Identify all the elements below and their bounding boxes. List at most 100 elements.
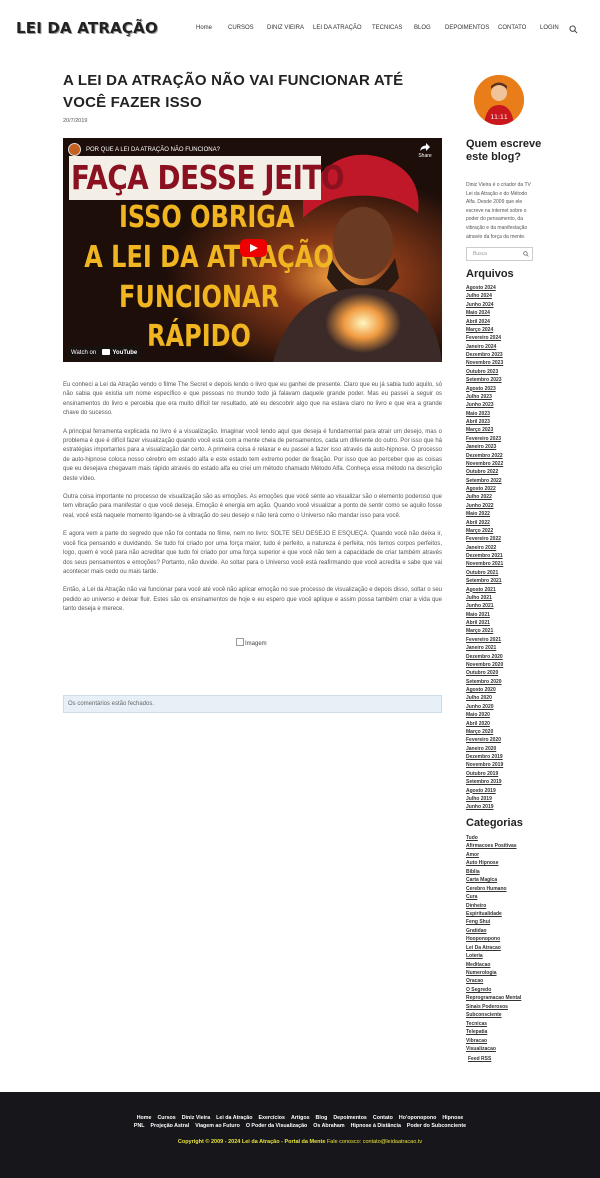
- category-link[interactable]: Visualizacao: [466, 1045, 521, 1053]
- category-link[interactable]: Cura: [466, 893, 521, 901]
- archive-link[interactable]: Maio 2021: [466, 611, 503, 619]
- category-link[interactable]: Hooponopono: [466, 935, 521, 943]
- archive-link[interactable]: Agosto 2023: [466, 385, 503, 393]
- category-link[interactable]: Amor: [466, 851, 521, 859]
- archive-link[interactable]: Agosto 2019: [466, 787, 503, 795]
- archive-link[interactable]: Novembro 2023: [466, 359, 503, 367]
- archive-link[interactable]: Maio 2020: [466, 711, 503, 719]
- archive-link[interactable]: Janeiro 2021: [466, 644, 503, 652]
- video-title[interactable]: POR QUE A LEI DA ATRAÇÃO NÃO FUNCIONA?: [86, 147, 220, 153]
- archive-link[interactable]: Outubro 2021: [466, 569, 503, 577]
- channel-avatar[interactable]: [68, 143, 81, 156]
- category-link[interactable]: O Segredo: [466, 986, 521, 994]
- nav-depoimentos[interactable]: DEPOIMENTOS: [445, 25, 489, 31]
- archive-link[interactable]: Maio 2024: [466, 309, 503, 317]
- footer-link[interactable]: Blog: [316, 1115, 328, 1121]
- video-embed[interactable]: POR QUE A LEI DA ATRAÇÃO NÃO FUNCIONA? S…: [63, 138, 442, 362]
- archive-link[interactable]: Julho 2020: [466, 694, 503, 702]
- archive-link[interactable]: Fevereiro 2024: [466, 334, 503, 342]
- archive-link[interactable]: Março 2020: [466, 728, 503, 736]
- footer-link[interactable]: Hipnose à Distância: [351, 1123, 401, 1129]
- rss-feed-link[interactable]: Feed RSS: [468, 1056, 491, 1062]
- category-link[interactable]: Auto Hipnose: [466, 859, 521, 867]
- category-link[interactable]: Loteria: [466, 952, 521, 960]
- archive-link[interactable]: Julho 2023: [466, 393, 503, 401]
- category-link[interactable]: Espiritualidade: [466, 910, 521, 918]
- archive-link[interactable]: Junho 2022: [466, 502, 503, 510]
- footer-link[interactable]: Cursos: [157, 1115, 175, 1121]
- archive-link[interactable]: Março 2022: [466, 527, 503, 535]
- category-link[interactable]: Numerologia: [466, 969, 521, 977]
- nav-blog[interactable]: BLOG: [414, 25, 431, 31]
- search-icon[interactable]: [523, 251, 529, 257]
- category-link[interactable]: Lei Da Atracao: [466, 944, 521, 952]
- footer-link[interactable]: PNL: [134, 1123, 145, 1129]
- category-link[interactable]: Reprogramacao Mental: [466, 994, 521, 1002]
- nav-home[interactable]: Home: [196, 25, 212, 31]
- archive-link[interactable]: Junho 2019: [466, 803, 503, 811]
- category-link[interactable]: Afirmacoes Positivas: [466, 842, 521, 850]
- archive-link[interactable]: Junho 2023: [466, 401, 503, 409]
- archive-link[interactable]: Agosto 2020: [466, 686, 503, 694]
- archive-link[interactable]: Dezembro 2022: [466, 452, 503, 460]
- archive-link[interactable]: Abril 2021: [466, 619, 503, 627]
- archive-link[interactable]: Fevereiro 2023: [466, 435, 503, 443]
- archive-link[interactable]: Dezembro 2020: [466, 653, 503, 661]
- archive-link[interactable]: Setembro 2019: [466, 778, 503, 786]
- archive-link[interactable]: Fevereiro 2022: [466, 535, 503, 543]
- share-button[interactable]: Share: [418, 143, 432, 159]
- category-link[interactable]: Tudo: [466, 834, 521, 842]
- category-link[interactable]: Sinais Poderosos: [466, 1003, 521, 1011]
- archive-link[interactable]: Setembro 2021: [466, 577, 503, 585]
- footer-link[interactable]: Ho'oponopono: [399, 1115, 436, 1121]
- archive-link[interactable]: Novembro 2021: [466, 560, 503, 568]
- footer-link[interactable]: Lei da Atração: [216, 1115, 252, 1121]
- archive-link[interactable]: Dezembro 2023: [466, 351, 503, 359]
- footer-link[interactable]: Os Abraham: [313, 1123, 344, 1129]
- footer-link[interactable]: Poder do Subconciente: [407, 1123, 466, 1129]
- category-link[interactable]: Tecnicas: [466, 1020, 521, 1028]
- contact-text[interactable]: Fale conosco: contato@leidaatracao.tv: [327, 1139, 422, 1145]
- play-button[interactable]: [240, 239, 267, 257]
- footer-link[interactable]: Artigos: [291, 1115, 310, 1121]
- nav-tecnicas[interactable]: TECNICAS: [372, 25, 402, 31]
- sidebar-search-input[interactable]: Busca: [466, 247, 533, 261]
- archive-link[interactable]: Janeiro 2022: [466, 544, 503, 552]
- archive-link[interactable]: Setembro 2020: [466, 678, 503, 686]
- archive-link[interactable]: Junho 2024: [466, 301, 503, 309]
- nav-cursos[interactable]: CURSOS: [228, 25, 254, 31]
- site-logo[interactable]: LEI DA ATRAÇÃO: [16, 19, 158, 37]
- archive-link[interactable]: Março 2023: [466, 426, 503, 434]
- archive-link[interactable]: Novembro 2019: [466, 761, 503, 769]
- archive-link[interactable]: Outubro 2019: [466, 770, 503, 778]
- category-link[interactable]: Carta Magica: [466, 876, 521, 884]
- archive-link[interactable]: Janeiro 2023: [466, 443, 503, 451]
- footer-link[interactable]: Projeção Astral: [151, 1123, 190, 1129]
- category-link[interactable]: Subconsciente: [466, 1011, 521, 1019]
- footer-link[interactable]: Viagem ao Futuro: [195, 1123, 240, 1129]
- category-link[interactable]: Cerebro Humano: [466, 885, 521, 893]
- archive-link[interactable]: Março 2024: [466, 326, 503, 334]
- category-link[interactable]: Telepatia: [466, 1028, 521, 1036]
- nav-diniz-vieira[interactable]: DINIZ VIEIRA: [267, 25, 304, 31]
- archive-link[interactable]: Janeiro 2020: [466, 745, 503, 753]
- nav-lei-da-atracao[interactable]: LEI DA ATRAÇÃO: [313, 25, 362, 31]
- archive-link[interactable]: Maio 2023: [466, 410, 503, 418]
- footer-link[interactable]: Exercícios: [258, 1115, 285, 1121]
- category-link[interactable]: Feng Shui: [466, 918, 521, 926]
- archive-link[interactable]: Junho 2021: [466, 602, 503, 610]
- category-link[interactable]: Meditacao: [466, 961, 521, 969]
- archive-link[interactable]: Janeiro 2024: [466, 343, 503, 351]
- archive-link[interactable]: Julho 2019: [466, 795, 503, 803]
- footer-link[interactable]: O Poder da Visualização: [246, 1123, 307, 1129]
- footer-link[interactable]: Home: [137, 1115, 152, 1121]
- archive-link[interactable]: Setembro 2022: [466, 477, 503, 485]
- footer-link[interactable]: Depoimentos: [333, 1115, 367, 1121]
- archive-link[interactable]: Fevereiro 2021: [466, 636, 503, 644]
- search-icon[interactable]: [569, 25, 578, 34]
- archive-link[interactable]: Dezembro 2021: [466, 552, 503, 560]
- archive-link[interactable]: Agosto 2021: [466, 586, 503, 594]
- archive-link[interactable]: Abril 2022: [466, 519, 503, 527]
- nav-login[interactable]: LOGIN: [540, 25, 559, 31]
- archive-link[interactable]: Abril 2020: [466, 720, 503, 728]
